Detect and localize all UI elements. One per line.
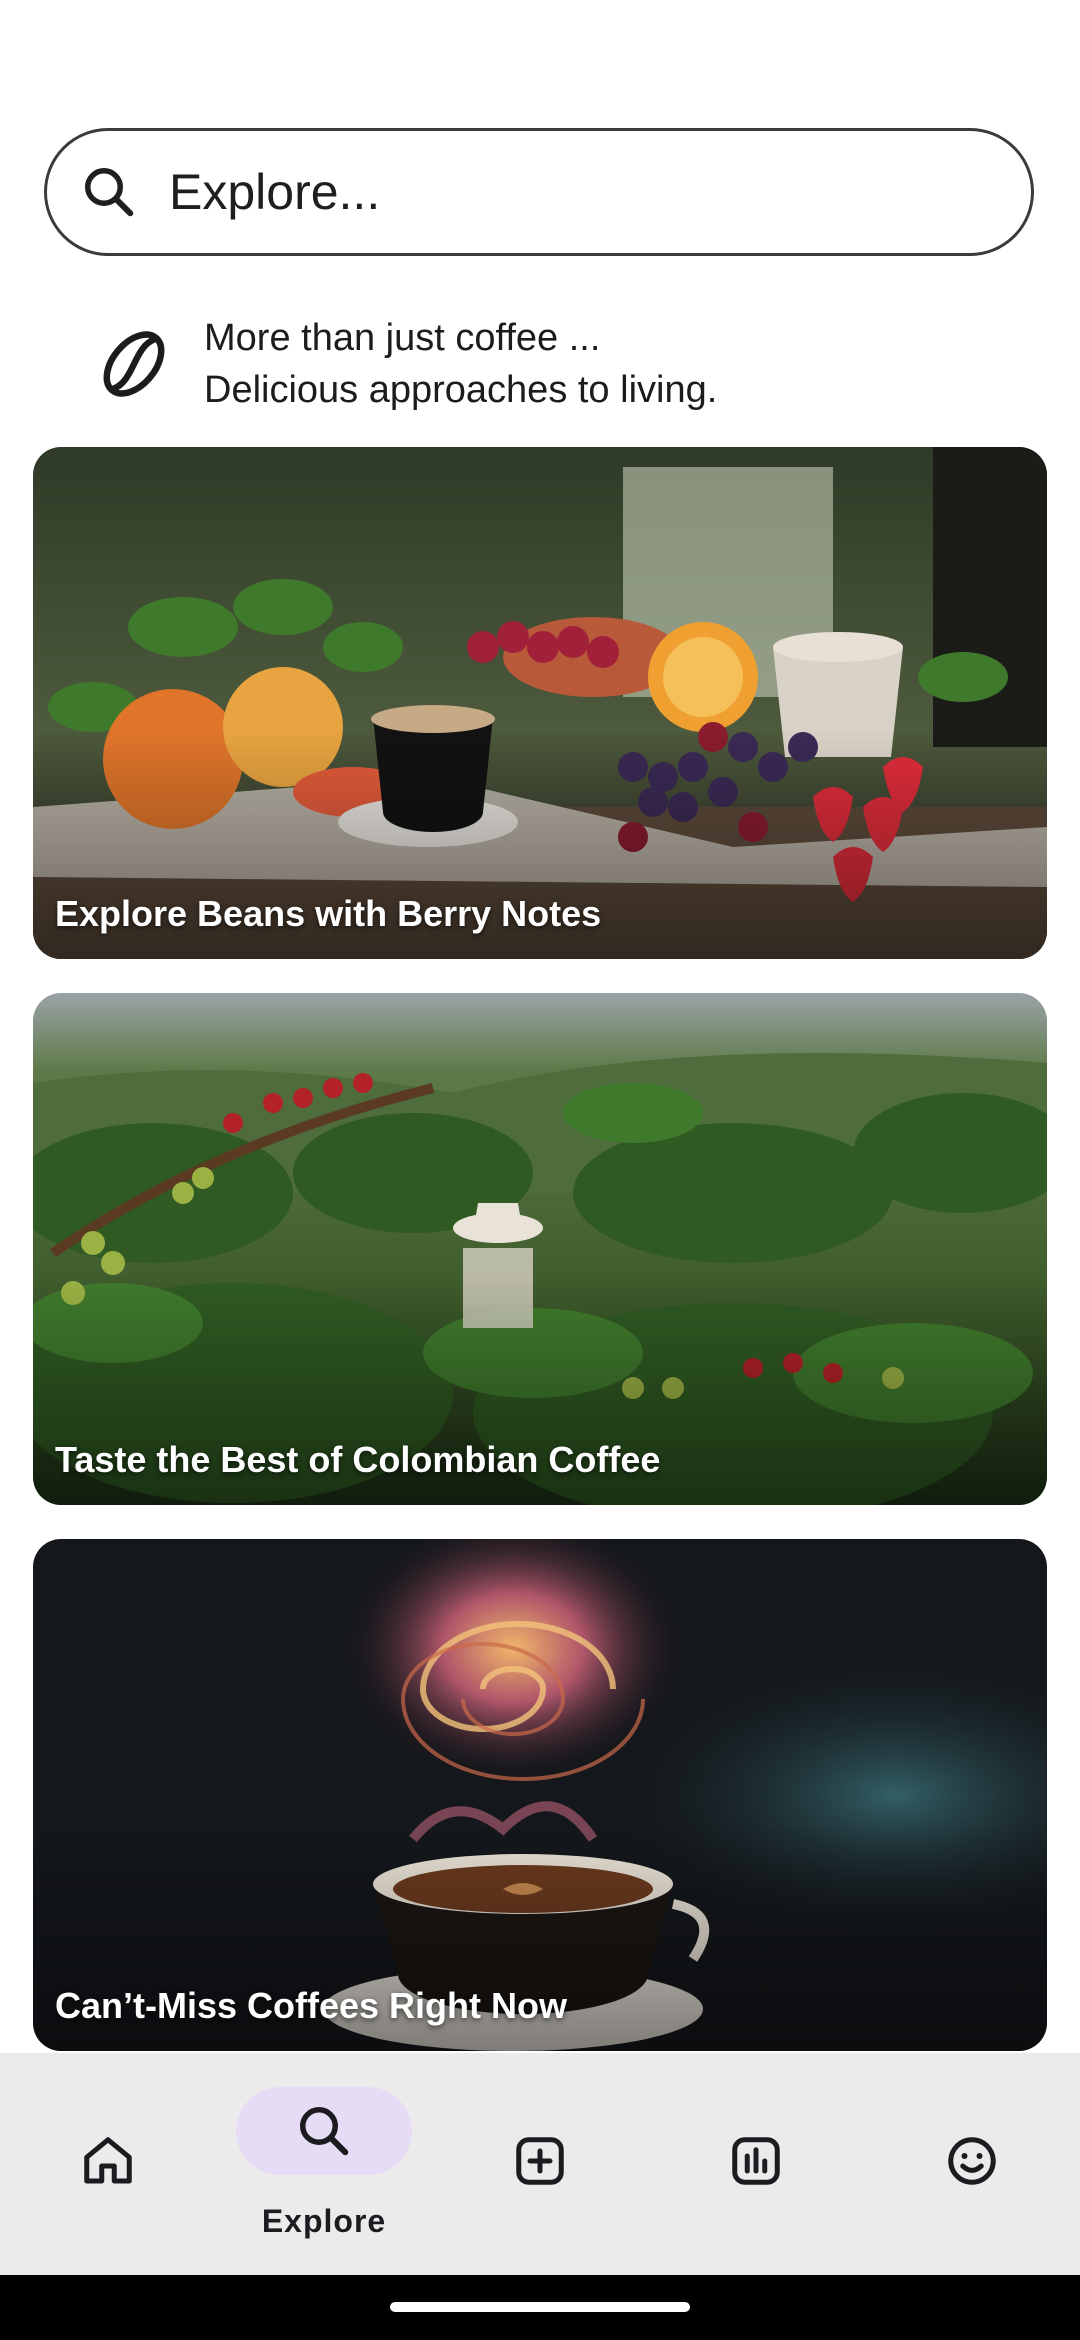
bottom-navigation: Explore bbox=[0, 2053, 1080, 2275]
nav-explore-label: Explore bbox=[261, 2203, 387, 2239]
tagline: More than just coffee ... Delicious appr… bbox=[96, 312, 717, 416]
nav-profile[interactable] bbox=[864, 2053, 1080, 2275]
search-bar[interactable]: Explore... bbox=[44, 128, 1034, 256]
nav-explore[interactable]: Explore bbox=[216, 2053, 432, 2275]
nav-stats[interactable] bbox=[648, 2053, 864, 2275]
tagline-line-1: More than just coffee ... bbox=[204, 317, 601, 359]
card-title: Can’t-Miss Coffees Right Now bbox=[55, 1985, 568, 2026]
card-berry-notes[interactable]: Explore Beans with Berry Notes bbox=[33, 447, 1047, 959]
status-bar bbox=[0, 0, 1080, 96]
card-title: Taste the Best of Colombian Coffee bbox=[55, 1439, 661, 1480]
add-icon bbox=[516, 2137, 564, 2185]
search-icon bbox=[85, 168, 134, 217]
tagline-line-2: Delicious approaches to living. bbox=[204, 369, 718, 411]
profile-face-icon bbox=[948, 2137, 996, 2185]
home-icon bbox=[84, 2137, 132, 2184]
card-colombian-coffee[interactable]: Taste the Best of Colombian Coffee bbox=[33, 993, 1047, 1505]
nav-add[interactable] bbox=[432, 2053, 648, 2275]
nav-home[interactable] bbox=[0, 2053, 216, 2275]
coffee-bean-icon bbox=[103, 331, 165, 397]
home-gesture-handle[interactable] bbox=[390, 2302, 690, 2312]
card-cant-miss[interactable]: Can’t-Miss Coffees Right Now bbox=[33, 1539, 1047, 2051]
search-icon bbox=[300, 2107, 349, 2156]
stats-icon bbox=[732, 2137, 780, 2185]
card-title: Explore Beans with Berry Notes bbox=[55, 893, 602, 934]
search-placeholder: Explore... bbox=[169, 164, 381, 220]
